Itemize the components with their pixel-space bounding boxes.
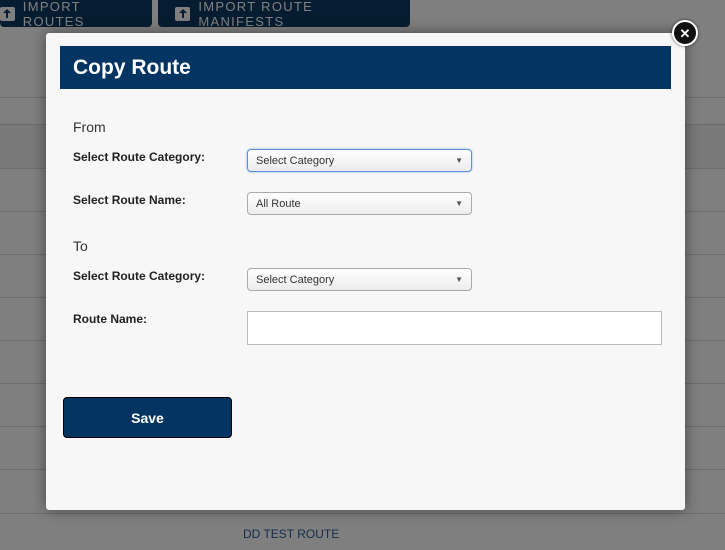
from-section-label: From [73, 119, 106, 135]
dialog-header: Copy Route [60, 46, 671, 89]
close-icon[interactable]: ✕ [672, 20, 698, 46]
from-route-value: All Route [256, 197, 301, 210]
chevron-down-icon: ▼ [455, 156, 463, 165]
from-category-value: Select Category [256, 154, 335, 167]
from-route-label: Select Route Name: [73, 193, 186, 207]
chevron-down-icon: ▼ [455, 199, 463, 208]
to-category-label: Select Route Category: [73, 269, 206, 283]
from-category-select[interactable]: Select Category ▼ [247, 149, 472, 172]
from-category-label: Select Route Category: [73, 150, 206, 164]
from-route-select[interactable]: All Route ▼ [247, 192, 472, 215]
chevron-down-icon: ▼ [455, 275, 463, 284]
to-category-value: Select Category [256, 273, 335, 286]
to-category-select[interactable]: Select Category ▼ [247, 268, 472, 291]
route-name-input[interactable] [247, 311, 662, 345]
dialog-title: Copy Route [73, 55, 191, 79]
to-section-label: To [73, 238, 88, 254]
save-button[interactable]: Save [63, 397, 232, 438]
route-name-label: Route Name: [73, 312, 148, 326]
copy-route-dialog: Copy Route From Select Route Category: S… [46, 33, 685, 510]
